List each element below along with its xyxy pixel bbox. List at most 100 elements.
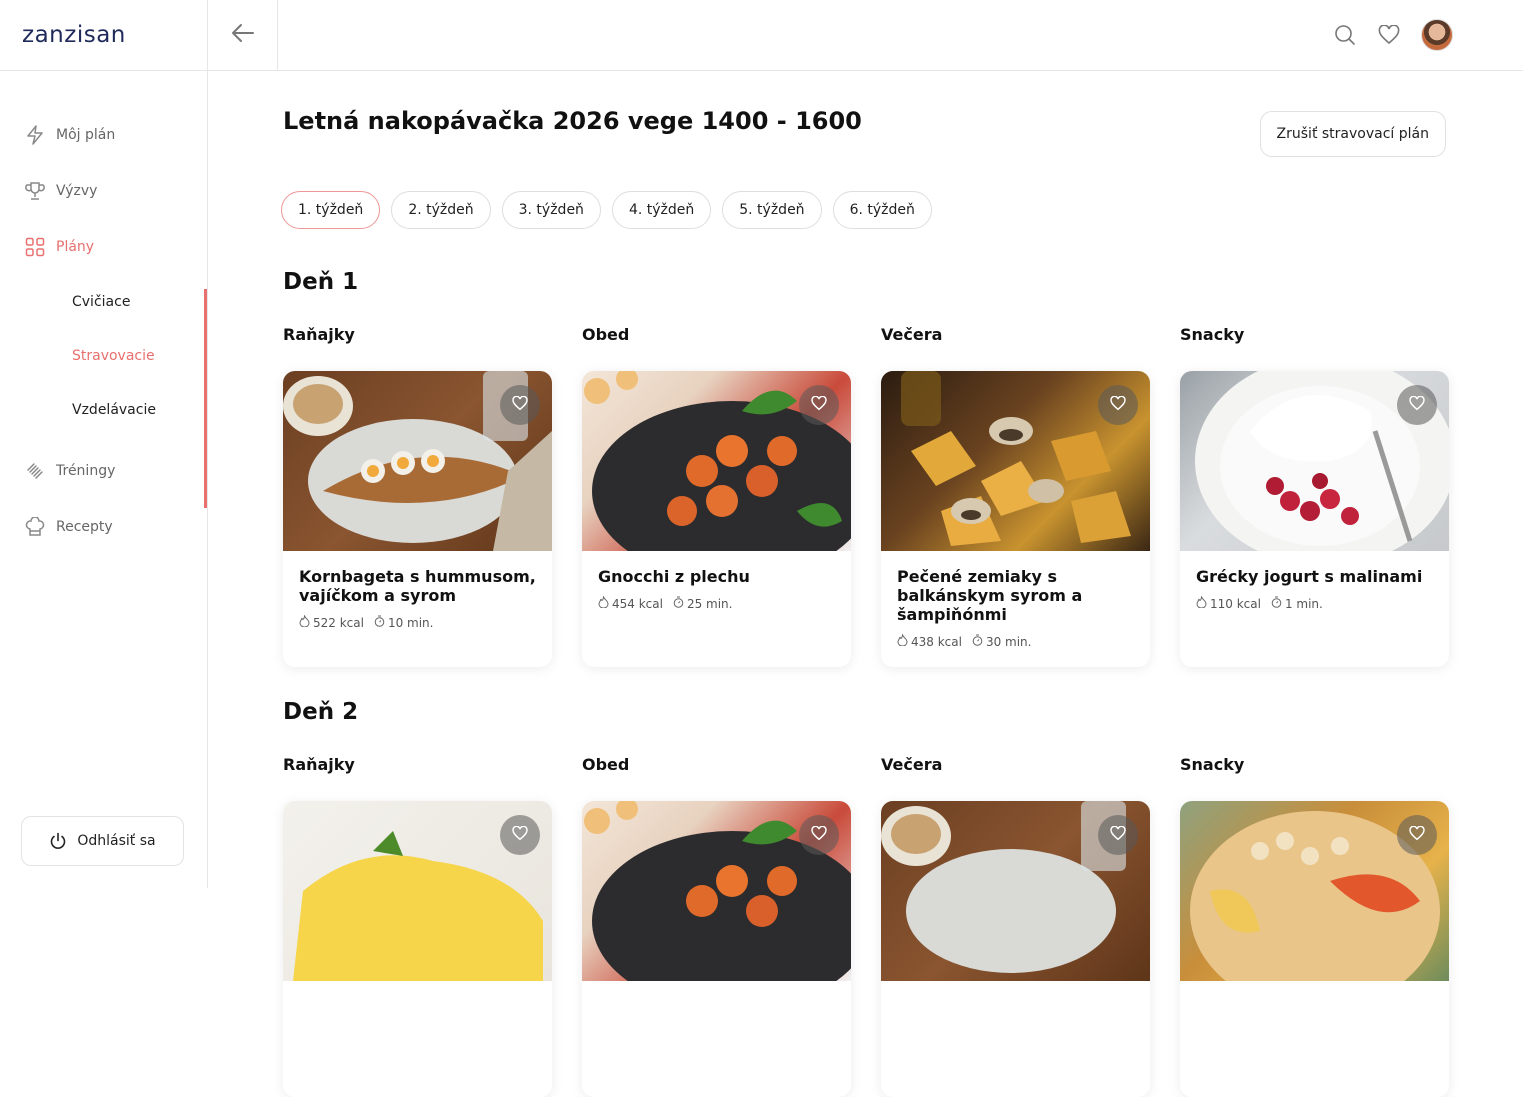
recipe-image xyxy=(881,371,1150,551)
grid-icon xyxy=(24,236,46,258)
active-indicator xyxy=(204,289,207,508)
subnav-item-vzdelavacie[interactable]: Vzdelávacie xyxy=(0,383,207,437)
recipe-image xyxy=(1180,801,1449,981)
recipe-card-body: Gnocchi z plechu 454 kcal 25 min. xyxy=(582,551,851,627)
meal-column: Obed xyxy=(582,755,851,1097)
day-title: Deň 1 xyxy=(283,269,359,295)
timer-icon xyxy=(673,596,684,611)
recipe-card[interactable] xyxy=(1180,801,1449,1097)
recipe-image xyxy=(1180,371,1449,551)
trophy-icon xyxy=(24,180,46,202)
sidebar-item-moj-plan[interactable]: Môj plán xyxy=(0,107,207,163)
cancel-plan-button[interactable]: Zrušiť stravovací plán xyxy=(1259,111,1446,157)
back-button[interactable] xyxy=(208,0,278,70)
favorite-button[interactable] xyxy=(1397,815,1437,855)
meal-label: Snacky xyxy=(1180,325,1245,344)
recipe-title: Kornbageta s hummusom, vajíčkom a syrom xyxy=(299,567,536,605)
favorite-button[interactable] xyxy=(500,385,540,425)
meal-column: Raňajky xyxy=(283,325,552,667)
favorite-button[interactable] xyxy=(1098,385,1138,425)
recipe-card[interactable] xyxy=(582,801,851,1097)
recipe-card[interactable] xyxy=(283,801,552,1097)
subnav-item-cviciace[interactable]: Cvičiace xyxy=(0,275,207,329)
recipe-title: Pečené zemiaky s balkánskym syrom a šamp… xyxy=(897,567,1083,624)
tab-week-2[interactable]: 2. týždeň xyxy=(391,191,491,229)
sidebar-item-vyzvy[interactable]: Výzvy xyxy=(0,163,207,219)
meal-columns: Raňajky Obed Večera Snacky xyxy=(283,755,1449,1097)
subnav-item-stravovacie[interactable]: Stravovacie xyxy=(0,329,207,383)
favorite-button[interactable] xyxy=(799,385,839,425)
recipe-card-body: Grécky jogurt s malinami 110 kcal 1 min. xyxy=(1180,551,1449,627)
recipe-meta: 438 kcal 30 min. xyxy=(897,633,1134,649)
recipe-card[interactable]: Grécky jogurt s malinami 110 kcal 1 min. xyxy=(1180,371,1449,667)
lightning-icon xyxy=(24,124,46,146)
meal-column: Večera xyxy=(881,325,1150,667)
tab-week-1[interactable]: 1. týždeň xyxy=(281,191,381,229)
sidebar-item-treningy[interactable]: Tréningy xyxy=(0,443,207,499)
logo[interactable]: zanzisan xyxy=(22,22,126,48)
logout-label: Odhlásiť sa xyxy=(77,833,156,849)
favorite-button[interactable] xyxy=(500,815,540,855)
topbar xyxy=(208,0,1523,71)
recipe-title: Grécky jogurt s malinami xyxy=(1196,567,1423,586)
tab-week-3[interactable]: 3. týždeň xyxy=(501,191,601,229)
meal-label: Večera xyxy=(881,325,943,344)
recipe-image xyxy=(881,801,1150,981)
flame-icon xyxy=(1196,595,1207,611)
recipe-image xyxy=(582,801,851,981)
day-section: Deň 2 Raňajky Obed Večera Snacky xyxy=(283,699,1449,1097)
power-icon xyxy=(49,832,67,850)
page-title: Letná nakopávačka 2026 vege 1400 - 1600 xyxy=(283,107,862,135)
sidebar-nav: Môj plán Výzvy Plány Cvičiace Stravovaci… xyxy=(0,71,207,555)
favorite-button[interactable] xyxy=(1397,385,1437,425)
recipe-meta: 522 kcal 10 min. xyxy=(299,614,536,630)
time-info: 25 min. xyxy=(673,596,732,611)
timer-icon xyxy=(1271,596,1282,611)
recipe-card[interactable]: Kornbageta s hummusom, vajíčkom a syrom … xyxy=(283,371,552,667)
sidebar-item-label: Môj plán xyxy=(56,127,116,143)
recipe-card[interactable] xyxy=(881,801,1150,1097)
kcal-info: 522 kcal xyxy=(299,614,364,630)
recipe-image xyxy=(283,801,552,981)
recipe-image xyxy=(283,371,552,551)
flame-icon xyxy=(299,614,310,630)
recipe-card[interactable]: Pečené zemiaky s balkánskym syrom a šamp… xyxy=(881,371,1150,667)
recipe-card[interactable]: Gnocchi z plechu 454 kcal 25 min. xyxy=(582,371,851,667)
heart-icon xyxy=(1409,395,1425,415)
sidebar-item-label: Recepty xyxy=(56,519,113,535)
heart-icon xyxy=(1409,825,1425,845)
tab-week-6[interactable]: 6. týždeň xyxy=(832,191,932,229)
sidebar-item-recepty[interactable]: Recepty xyxy=(0,499,207,555)
heart-icon xyxy=(1110,825,1126,845)
meal-label: Snacky xyxy=(1180,755,1245,774)
sidebar: zanzisan Môj plán Výzvy Plány Cvičiace S… xyxy=(0,0,208,888)
sidebar-item-plany[interactable]: Plány xyxy=(0,219,207,275)
recipe-meta: 110 kcal 1 min. xyxy=(1196,595,1433,611)
avatar[interactable] xyxy=(1421,19,1453,51)
tab-week-4[interactable]: 4. týždeň xyxy=(611,191,712,229)
week-tabs: 1. týždeň 2. týždeň 3. týždeň 4. týždeň … xyxy=(281,191,932,229)
time-info: 30 min. xyxy=(972,634,1031,649)
favorite-button[interactable] xyxy=(1098,815,1138,855)
timer-icon xyxy=(972,634,983,649)
back-arrow-icon xyxy=(231,23,255,47)
favorite-button[interactable] xyxy=(799,815,839,855)
meal-label: Obed xyxy=(582,325,630,344)
heart-icon xyxy=(811,825,827,845)
meal-columns: Raňajky Kornbageta s hummusom, vajíčkom … xyxy=(283,325,1449,667)
heart-icon xyxy=(811,395,827,415)
meal-column: Snacky xyxy=(1180,755,1449,1097)
timer-icon xyxy=(374,615,385,630)
kcal-info: 438 kcal xyxy=(897,633,962,649)
heart-icon xyxy=(512,825,528,845)
tab-week-5[interactable]: 5. týždeň xyxy=(722,191,822,229)
recipe-image xyxy=(582,371,851,551)
day-title: Deň 2 xyxy=(283,699,359,725)
heart-icon[interactable] xyxy=(1377,23,1401,47)
search-icon[interactable] xyxy=(1333,23,1357,47)
flame-icon xyxy=(598,595,609,611)
logout-button[interactable]: Odhlásiť sa xyxy=(21,816,184,866)
meal-column: Snacky xyxy=(1180,325,1449,667)
heart-icon xyxy=(512,395,528,415)
recipe-card-body: Kornbageta s hummusom, vajíčkom a syrom … xyxy=(283,551,552,646)
